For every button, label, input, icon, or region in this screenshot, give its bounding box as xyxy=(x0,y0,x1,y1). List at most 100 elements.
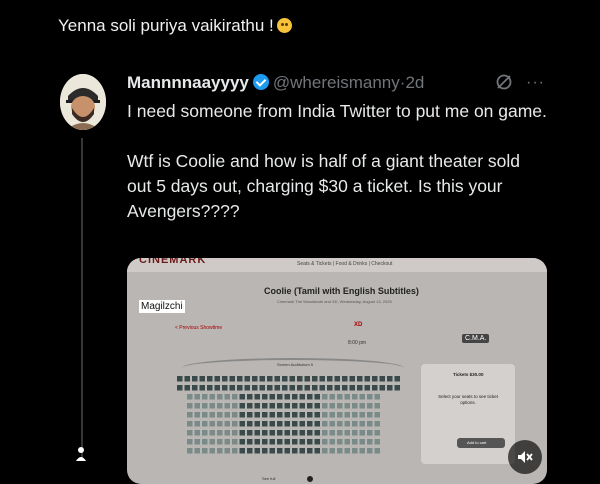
seat xyxy=(222,376,228,382)
verified-badge-icon xyxy=(252,74,269,90)
media-tabs: Seats & Tickets | Food & Drinks | Checko… xyxy=(297,261,393,267)
seat xyxy=(344,412,350,418)
seat xyxy=(359,412,365,418)
grok-icon[interactable] xyxy=(495,73,513,91)
seat xyxy=(209,403,215,409)
seat xyxy=(262,412,268,418)
seat xyxy=(312,385,318,391)
seat xyxy=(217,403,223,409)
seat xyxy=(254,412,260,418)
seat xyxy=(224,394,230,400)
seat xyxy=(269,403,275,409)
seat xyxy=(307,403,313,409)
seat xyxy=(184,376,190,382)
seat xyxy=(284,403,290,409)
seat xyxy=(304,376,310,382)
seat xyxy=(372,376,378,382)
seat xyxy=(202,412,208,418)
avatar[interactable] xyxy=(60,74,106,130)
seat xyxy=(239,421,245,427)
seat xyxy=(329,421,335,427)
seat xyxy=(194,448,200,454)
seat xyxy=(319,385,325,391)
tweet-paragraph-2: Wtf is Coolie and how is half of a giant… xyxy=(127,151,520,221)
seat xyxy=(299,421,305,427)
seat xyxy=(254,448,260,454)
person-icon xyxy=(76,447,86,461)
media-user-tag[interactable]: Magilzchi xyxy=(139,300,185,313)
seat xyxy=(284,430,290,436)
seat xyxy=(224,412,230,418)
seat xyxy=(367,394,373,400)
post-time[interactable]: 2d xyxy=(405,73,424,92)
seat xyxy=(299,412,305,418)
mute-button[interactable] xyxy=(508,440,542,474)
seat xyxy=(359,421,365,427)
seat xyxy=(314,412,320,418)
seat xyxy=(277,412,283,418)
seat xyxy=(292,430,298,436)
seat xyxy=(374,430,380,436)
seat xyxy=(307,412,313,418)
seat xyxy=(254,421,260,427)
seat xyxy=(364,376,370,382)
seat xyxy=(367,448,373,454)
seat xyxy=(209,421,215,427)
seat xyxy=(284,421,290,427)
seat xyxy=(282,385,288,391)
seat xyxy=(322,430,328,436)
media-image[interactable]: CINEMARK Seats & Tickets | Food & Drinks… xyxy=(127,258,547,484)
seat xyxy=(367,412,373,418)
author-handle[interactable]: @whereismanny xyxy=(273,73,400,92)
seat xyxy=(314,448,320,454)
author-row[interactable]: Mannnnaayyyy @whereismanny·2d xyxy=(127,73,424,93)
author-display-name[interactable]: Mannnnaayyyy xyxy=(127,73,249,92)
seat xyxy=(217,394,223,400)
seat xyxy=(337,430,343,436)
media-screen-label: Screen Auditorium 5 xyxy=(277,362,314,367)
seat xyxy=(359,448,365,454)
seat xyxy=(187,430,193,436)
seat xyxy=(284,448,290,454)
seat xyxy=(214,376,220,382)
seat xyxy=(352,439,358,445)
seat xyxy=(217,448,223,454)
seat xyxy=(282,376,288,382)
seat xyxy=(192,385,198,391)
seat xyxy=(277,439,283,445)
seat xyxy=(299,403,305,409)
seat xyxy=(314,430,320,436)
media-movie-title: Coolie (Tamil with English Subtitles) xyxy=(264,286,419,296)
media-zoom-in-icon xyxy=(307,476,313,482)
seat xyxy=(184,385,190,391)
seat xyxy=(187,412,193,418)
seat xyxy=(284,439,290,445)
seat xyxy=(357,376,363,382)
seat xyxy=(304,385,310,391)
seat xyxy=(202,394,208,400)
seat xyxy=(374,421,380,427)
seat xyxy=(187,421,193,427)
seat xyxy=(314,403,320,409)
quote-text-content: Yenna soli puriya vaikirathu ! xyxy=(58,16,274,35)
seat xyxy=(352,430,358,436)
more-options-icon[interactable]: ··· xyxy=(526,74,545,92)
seat xyxy=(237,376,243,382)
seat xyxy=(352,394,358,400)
media-subtitle: Cinemark The Woodlands and XD, Wednesday… xyxy=(277,299,392,304)
seat xyxy=(232,430,238,436)
seat xyxy=(349,376,355,382)
media-screen-arc xyxy=(182,358,404,378)
seat xyxy=(262,430,268,436)
seat xyxy=(337,403,343,409)
seat xyxy=(314,421,320,427)
seat xyxy=(254,394,260,400)
seat xyxy=(202,448,208,454)
seat xyxy=(262,439,268,445)
seat xyxy=(239,412,245,418)
seat xyxy=(289,385,295,391)
seat xyxy=(352,403,358,409)
seat xyxy=(267,385,273,391)
seat xyxy=(307,421,313,427)
media-zoom-label: C.M.A. xyxy=(462,334,490,343)
